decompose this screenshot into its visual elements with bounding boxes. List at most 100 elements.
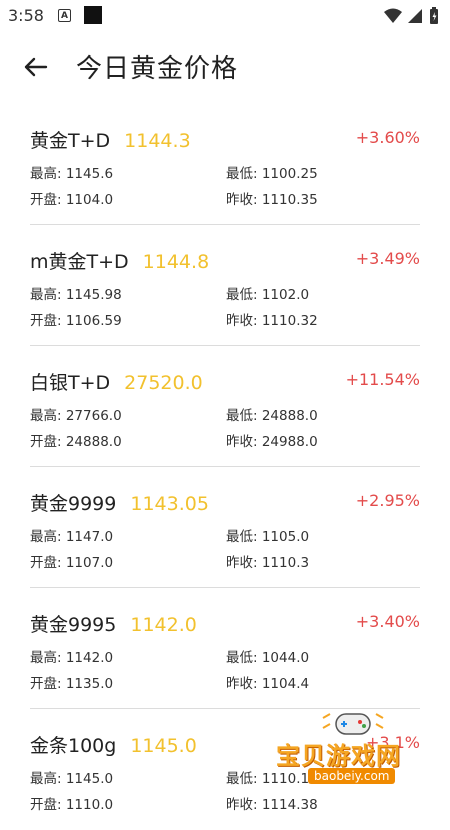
stat-high-value: 1142.0 <box>65 650 114 666</box>
stat-prev-close: 昨收: 24988.0 <box>226 430 318 450</box>
stat-prev-close-label: 昨收: <box>226 192 262 208</box>
stat-prev-close-label: 昨收: <box>226 676 262 692</box>
stat-prev-close-value: 1110.3 <box>261 555 310 571</box>
stat-prev-close-value: 1104.4 <box>261 676 310 692</box>
stat-open-label: 开盘: <box>30 313 66 329</box>
battery-icon <box>430 7 438 24</box>
item-price: 1143.05 <box>130 493 209 515</box>
item-name: 黄金9999 <box>30 493 117 515</box>
stat-low-label: 最低: <box>226 287 262 303</box>
stat-high: 最高: 27766.0 <box>30 404 122 424</box>
stat-open-label: 开盘: <box>30 434 66 450</box>
stat-open-label: 开盘: <box>30 555 66 571</box>
item-name: 白银T+D <box>30 372 111 394</box>
stat-prev-close: 昨收: 1110.3 <box>226 551 309 571</box>
stat-prev-close: 昨收: 1110.35 <box>226 188 318 208</box>
list-item[interactable]: 白银T+D 27520.0 +11.54% 最高: 27766.0 最低: 248… <box>30 346 420 467</box>
stat-low-value: 1105.0 <box>261 529 310 545</box>
item-name: 黄金T+D <box>30 130 111 152</box>
item-name: 黄金9995 <box>30 614 117 636</box>
stat-high: 最高: 1147.0 <box>30 525 113 545</box>
stat-high-value: 1145.0 <box>65 771 114 787</box>
page-title: 今日黄金价格 <box>76 54 239 84</box>
stat-high-label: 最高: <box>30 771 66 787</box>
stat-high-value: 1145.6 <box>65 166 114 182</box>
stat-high-label: 最高: <box>30 287 66 303</box>
item-price: 1145.0 <box>130 735 197 757</box>
watermark: 宝贝游戏网 baobeiy.com <box>268 706 438 792</box>
stat-high-label: 最高: <box>30 408 66 424</box>
stat-low: 最低: 1044.0 <box>226 646 309 666</box>
stat-low-label: 最低: <box>226 166 262 182</box>
item-change: +3.60% <box>355 128 420 147</box>
stat-prev-close-value: 1114.38 <box>261 797 318 813</box>
stat-high-label: 最高: <box>30 650 66 666</box>
stat-high-label: 最高: <box>30 529 66 545</box>
stat-high-value: 27766.0 <box>65 408 122 424</box>
stat-open-value: 24888.0 <box>65 434 122 450</box>
stat-low: 最低: 1105.0 <box>226 525 309 545</box>
item-change: +3.49% <box>355 249 420 268</box>
notification-square-icon <box>84 6 102 24</box>
stat-open: 开盘: 24888.0 <box>30 430 122 450</box>
status-time: 3:58 <box>8 6 44 25</box>
stat-low-value: 24888.0 <box>261 408 318 424</box>
item-change: +2.95% <box>355 491 420 510</box>
cellular-icon <box>408 9 422 23</box>
stat-open: 开盘: 1135.0 <box>30 672 113 692</box>
stat-open-value: 1107.0 <box>65 555 114 571</box>
stat-low-label: 最低: <box>226 650 262 666</box>
stat-open-label: 开盘: <box>30 676 66 692</box>
item-change: +11.54% <box>345 370 420 389</box>
stat-low: 最低: 1100.25 <box>226 162 318 182</box>
stat-low: 最低: 24888.0 <box>226 404 318 424</box>
stat-high: 最高: 1145.0 <box>30 767 113 787</box>
stat-prev-close-value: 24988.0 <box>261 434 318 450</box>
item-price: 1142.0 <box>130 614 197 636</box>
list-item[interactable]: 黄金T+D 1144.3 +3.60% 最高: 1145.6 最低: 1100.2… <box>30 104 420 225</box>
stat-low-value: 1100.25 <box>261 166 318 182</box>
stat-prev-close-label: 昨收: <box>226 797 262 813</box>
stat-open-value: 1110.0 <box>65 797 114 813</box>
stat-low-label: 最低: <box>226 408 262 424</box>
list-item[interactable]: m黄金T+D 1144.8 +3.49% 最高: 1145.98 最低: 1102… <box>30 225 420 346</box>
stat-prev-close-label: 昨收: <box>226 313 262 329</box>
stat-open: 开盘: 1106.59 <box>30 309 122 329</box>
item-price: 27520.0 <box>124 372 203 394</box>
item-name: 金条100g <box>30 735 117 757</box>
back-arrow-icon[interactable] <box>18 50 52 84</box>
stat-low-label: 最低: <box>226 529 262 545</box>
list-item[interactable]: 黄金9999 1143.05 +2.95% 最高: 1147.0 最低: 1105… <box>30 467 420 588</box>
stat-prev-close: 昨收: 1104.4 <box>226 672 309 692</box>
stat-prev-close-value: 1110.32 <box>261 313 318 329</box>
status-icons <box>384 7 438 24</box>
stat-open: 开盘: 1107.0 <box>30 551 113 571</box>
stat-high: 最高: 1142.0 <box>30 646 113 666</box>
status-bar: 3:58 A <box>0 0 450 32</box>
item-name: m黄金T+D <box>30 251 129 273</box>
stat-open-value: 1106.59 <box>65 313 122 329</box>
stat-open: 开盘: 1104.0 <box>30 188 113 208</box>
stat-high: 最高: 1145.98 <box>30 283 122 303</box>
item-price: 1144.8 <box>142 251 210 273</box>
stat-low-value: 1102.0 <box>261 287 310 303</box>
stat-prev-close-value: 1110.35 <box>261 192 318 208</box>
item-change: +3.40% <box>355 612 420 631</box>
stat-prev-close: 昨收: 1110.32 <box>226 309 318 329</box>
stat-prev-close: 昨收: 1114.38 <box>226 793 318 813</box>
stat-prev-close-label: 昨收: <box>226 555 262 571</box>
stat-open-label: 开盘: <box>30 192 66 208</box>
stat-high-label: 最高: <box>30 166 66 182</box>
list-item[interactable]: 黄金9995 1142.0 +3.40% 最高: 1142.0 最低: 1044.… <box>30 588 420 709</box>
stat-open: 开盘: 1110.0 <box>30 793 113 813</box>
app-bar: 今日黄金价格 <box>0 32 450 102</box>
stat-prev-close-label: 昨收: <box>226 434 262 450</box>
stat-low-value: 1044.0 <box>261 650 310 666</box>
stat-high-value: 1147.0 <box>65 529 114 545</box>
stat-low: 最低: 1102.0 <box>226 283 309 303</box>
stat-open-value: 1135.0 <box>65 676 114 692</box>
watermark-url: baobeiy.com <box>308 768 396 784</box>
a-notification-icon: A <box>58 9 71 22</box>
stat-high-value: 1145.98 <box>65 287 122 303</box>
stat-low-label: 最低: <box>226 771 262 787</box>
